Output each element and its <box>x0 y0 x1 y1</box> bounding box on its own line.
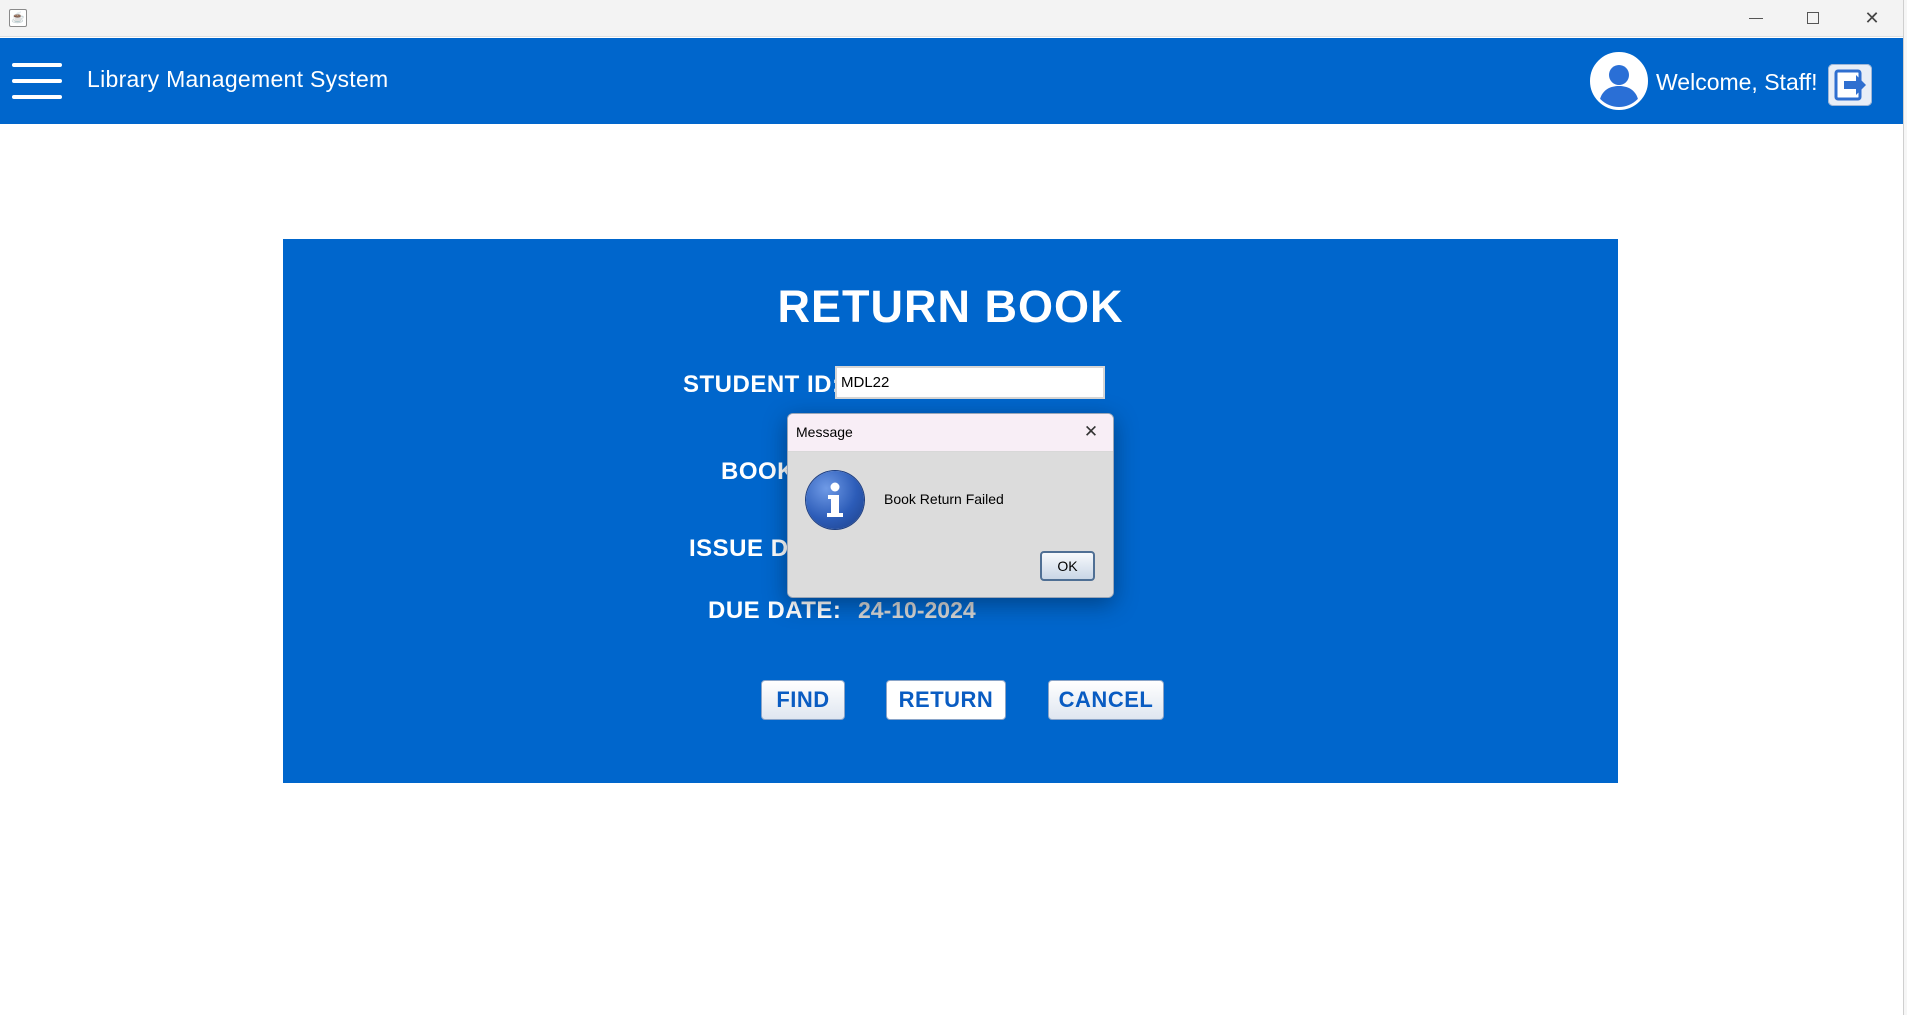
java-app-icon: ☕ <box>9 9 27 27</box>
due-date-value: 24-10-2024 <box>858 597 976 623</box>
student-id-input[interactable] <box>835 366 1105 399</box>
minimize-icon <box>1749 18 1763 19</box>
minimize-button[interactable] <box>1727 0 1785 37</box>
return-button[interactable]: RETURN <box>886 680 1006 720</box>
hamburger-menu-icon[interactable] <box>12 63 62 99</box>
dialog-body: Book Return Failed OK <box>788 452 1113 597</box>
welcome-text: Welcome, Staff! <box>1656 69 1818 95</box>
logout-icon <box>1834 69 1866 101</box>
due-date-label: DUE DATE: <box>708 597 842 624</box>
app-header: Library Management System Welcome, Staff… <box>0 38 1903 124</box>
close-icon: ✕ <box>1864 8 1880 29</box>
window-edge <box>1903 0 1907 1015</box>
dialog-message: Book Return Failed <box>884 491 1004 507</box>
cancel-button[interactable]: CANCEL <box>1048 680 1164 720</box>
dialog-titlebar: Message ✕ <box>788 414 1113 452</box>
dialog-title: Message <box>796 424 853 440</box>
message-dialog: Message ✕ Book Return Failed OK <box>787 413 1114 598</box>
logout-button[interactable] <box>1828 64 1872 106</box>
page-title: RETURN BOOK <box>777 281 1124 332</box>
os-titlebar: ☕ ✕ <box>0 0 1907 37</box>
book-label: BOOK <box>721 458 795 485</box>
user-avatar-icon <box>1590 52 1648 110</box>
maximize-icon <box>1807 12 1819 24</box>
student-id-label: STUDENT ID: <box>683 371 841 398</box>
maximize-button[interactable] <box>1785 0 1843 37</box>
find-button[interactable]: FIND <box>761 680 845 720</box>
window-close-button[interactable]: ✕ <box>1843 0 1901 37</box>
ok-button[interactable]: OK <box>1040 551 1095 581</box>
app-title: Library Management System <box>87 66 389 92</box>
dialog-close-button[interactable]: ✕ <box>1078 420 1104 444</box>
close-icon: ✕ <box>1083 422 1099 442</box>
info-icon <box>806 471 864 529</box>
